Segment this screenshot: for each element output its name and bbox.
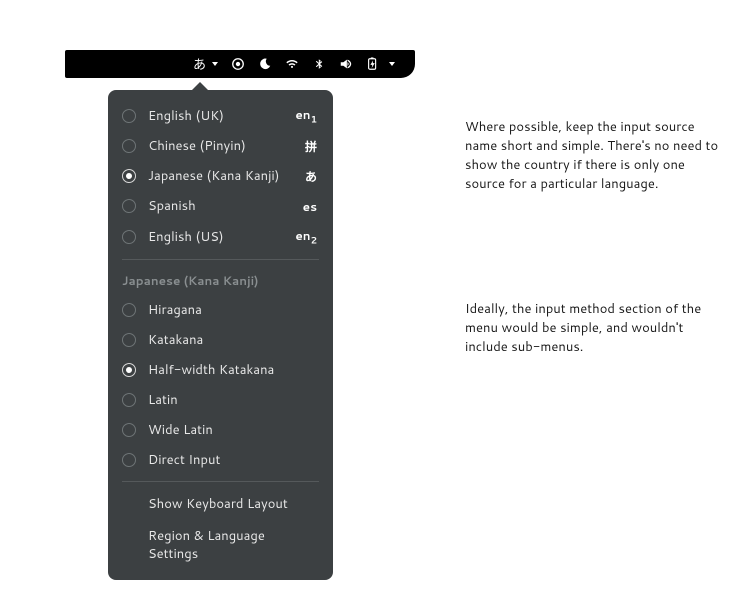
radio-icon	[122, 230, 136, 244]
wifi-icon[interactable]	[285, 57, 299, 71]
ime-indicator[interactable]: あ	[193, 54, 218, 74]
source-indicator: en2	[295, 227, 317, 246]
source-item-chinese-pinyin[interactable]: Chinese (Pinyin) 拼	[108, 131, 333, 161]
night-light-icon[interactable]	[258, 57, 272, 71]
source-label: Chinese (Pinyin)	[148, 137, 305, 155]
mode-label: Hiragana	[148, 301, 317, 319]
target-icon[interactable]	[231, 57, 245, 71]
ime-indicator-glyph: あ	[193, 54, 206, 74]
volume-icon[interactable]	[339, 57, 353, 71]
mode-item-half-width-katakana[interactable]: Half-width Katakana	[108, 355, 333, 385]
section-header: Japanese (Kana Kanji)	[108, 266, 333, 295]
radio-icon	[122, 333, 136, 347]
mode-item-wide-latin[interactable]: Wide Latin	[108, 415, 333, 445]
mode-label: Katakana	[148, 331, 317, 349]
radio-icon	[122, 109, 136, 123]
mode-label: Latin	[148, 391, 317, 409]
radio-icon	[122, 393, 136, 407]
radio-icon	[122, 303, 136, 317]
mode-item-latin[interactable]: Latin	[108, 385, 333, 415]
annotation-text: Ideally, the input method section of the…	[465, 300, 725, 357]
source-item-japanese-kana-kanji[interactable]: Japanese (Kana Kanji) あ	[108, 161, 333, 191]
radio-icon	[122, 453, 136, 467]
chevron-down-icon[interactable]	[389, 62, 395, 66]
input-source-menu: English (UK) en1 Chinese (Pinyin) 拼 Japa…	[108, 90, 333, 580]
source-indicator: あ	[305, 168, 317, 185]
mode-label: Direct Input	[148, 451, 317, 469]
source-label: Japanese (Kana Kanji)	[148, 167, 305, 185]
radio-icon	[122, 169, 136, 183]
region-language-settings-action[interactable]: Region & Language Settings	[108, 520, 333, 570]
source-item-spanish[interactable]: Spanish es	[108, 191, 333, 221]
menu-divider	[122, 481, 319, 482]
source-label: Spanish	[148, 197, 303, 215]
mode-item-direct-input[interactable]: Direct Input	[108, 445, 333, 475]
source-indicator: es	[303, 198, 317, 215]
source-label: English (UK)	[148, 107, 295, 125]
top-panel: あ	[65, 50, 415, 78]
source-item-english-us[interactable]: English (US) en2	[108, 221, 333, 252]
source-label: English (US)	[148, 228, 295, 246]
mode-label: Wide Latin	[148, 421, 317, 439]
mode-item-hiragana[interactable]: Hiragana	[108, 295, 333, 325]
source-item-english-uk[interactable]: English (UK) en1	[108, 100, 333, 131]
source-indicator: 拼	[305, 138, 317, 155]
bluetooth-icon[interactable]	[312, 57, 326, 71]
show-keyboard-layout-action[interactable]: Show Keyboard Layout	[108, 488, 333, 520]
annotation-text: Where possible, keep the input source na…	[465, 118, 725, 193]
mode-label: Half-width Katakana	[148, 361, 317, 379]
radio-icon	[122, 363, 136, 377]
mode-item-katakana[interactable]: Katakana	[108, 325, 333, 355]
radio-icon	[122, 139, 136, 153]
radio-icon	[122, 423, 136, 437]
battery-icon[interactable]	[366, 57, 380, 71]
menu-divider	[122, 259, 319, 260]
radio-icon	[122, 199, 136, 213]
chevron-down-icon	[212, 62, 218, 66]
source-indicator: en1	[295, 106, 317, 125]
